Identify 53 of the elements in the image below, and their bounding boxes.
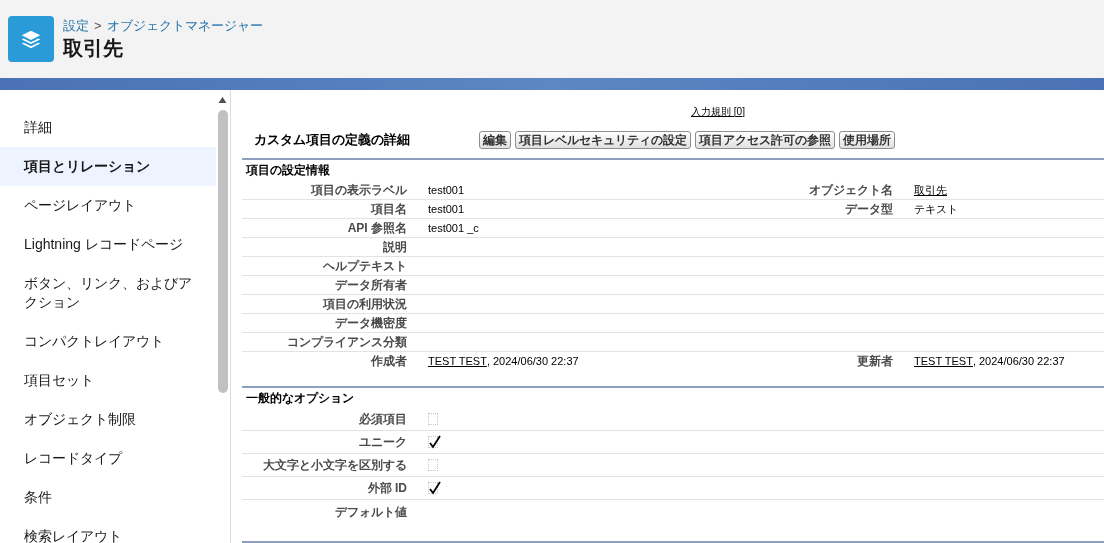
field-value: , 2024/06/30 22:37 [486, 353, 579, 369]
layers-icon [8, 16, 54, 62]
field-value: test001 _c [428, 220, 479, 236]
sidebar-item[interactable]: 条件 [0, 478, 216, 517]
page-title: 取引先 [63, 36, 124, 61]
field-label: ヘルプテキスト [323, 258, 407, 273]
breadcrumb-link[interactable]: 設定 [63, 17, 89, 35]
section-heading: 項目の設定情報 [246, 162, 330, 180]
action-button[interactable]: 項目アクセス許可の参照 [695, 130, 835, 149]
sidebar-item[interactable]: 詳細 [0, 108, 216, 147]
user-link[interactable]: 取引先 [914, 180, 947, 199]
field-value: test001 [428, 182, 465, 198]
field-value: テキスト [914, 201, 958, 217]
sidebar-item[interactable]: ページレイアウト [0, 186, 216, 225]
sidebar-item[interactable]: ボタン、リンク、およびアクション [0, 264, 216, 322]
sidebar-item[interactable]: 検索レイアウト [0, 517, 216, 543]
field-label: 大文字と小文字を区別する [263, 458, 407, 473]
field-label: 作成者 [371, 353, 407, 368]
sidebar-item[interactable]: オブジェクト制限 [0, 400, 216, 439]
field-label: コンプライアンス分類 [287, 334, 407, 349]
sidebar-item[interactable]: レコードタイプ [0, 439, 216, 478]
scroll-up-icon[interactable] [218, 96, 227, 104]
field-label: 外部 ID [367, 481, 407, 496]
field-label: 項目の利用状況 [323, 296, 407, 311]
field-label: データ型 [845, 201, 893, 216]
field-label: 必須項目 [359, 412, 407, 427]
field-label: デフォルト値 [335, 504, 407, 519]
field-label: オブジェクト名 [809, 182, 893, 197]
field-label: ユニーク [359, 435, 407, 450]
sidebar-item[interactable]: 項目とリレーション [0, 147, 216, 186]
validation-rules-link[interactable]: 入力規則 [0] [691, 103, 745, 119]
field-label: 説明 [383, 239, 407, 254]
section-title: カスタム項目の定義の詳細 [254, 131, 411, 150]
field-value: , 2024/06/30 22:37 [972, 353, 1065, 369]
section-heading: 一般的なオプション [246, 390, 354, 408]
action-button[interactable]: 編集 [479, 130, 511, 149]
sidebar-item[interactable]: コンパクトレイアウト [0, 322, 216, 361]
user-link[interactable]: TEST TEST [914, 351, 973, 370]
sidebar-item[interactable]: 項目セット [0, 361, 216, 400]
field-label: API 参照名 [347, 220, 407, 235]
action-button[interactable]: 使用場所 [839, 130, 895, 149]
field-label: 項目名 [371, 201, 407, 216]
field-label: 項目の表示ラベル [311, 182, 407, 197]
field-label: データ所有者 [335, 277, 407, 292]
field-value: test001 [428, 201, 465, 217]
sidebar-item[interactable]: Lightning レコードページ [0, 225, 216, 264]
field-label: 更新者 [857, 353, 893, 368]
action-button[interactable]: 項目レベルセキュリティの設定 [515, 130, 691, 149]
field-label: データ機密度 [335, 315, 407, 330]
user-link[interactable]: TEST TEST [428, 351, 487, 370]
scrollbar-thumb[interactable] [217, 110, 228, 393]
breadcrumb-separator: > [94, 17, 102, 35]
breadcrumb-link[interactable]: オブジェクトマネージャー [106, 17, 263, 35]
